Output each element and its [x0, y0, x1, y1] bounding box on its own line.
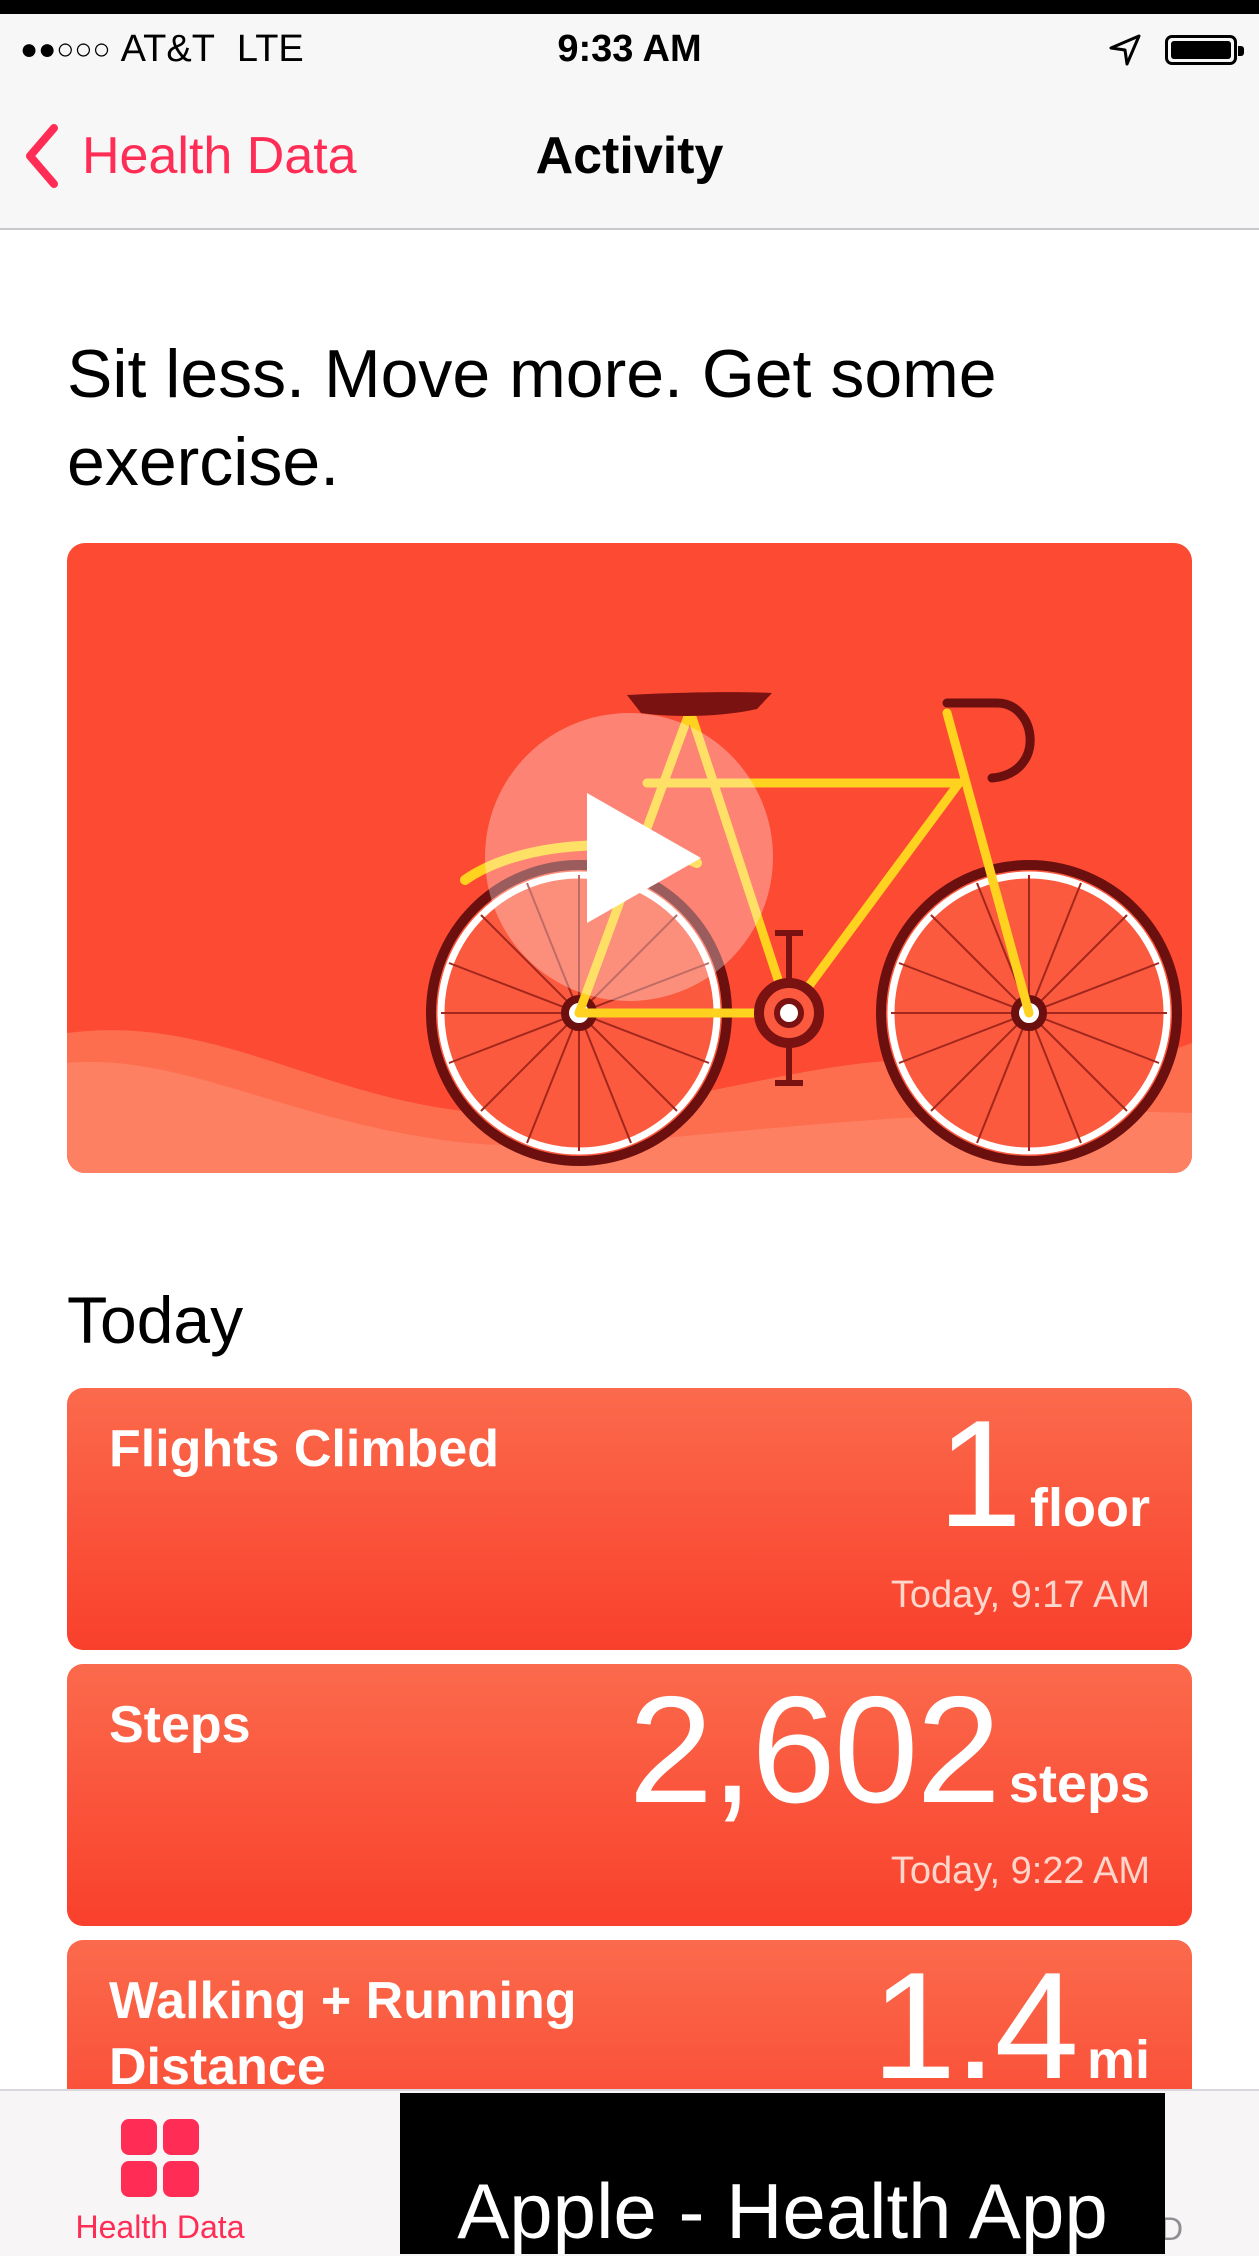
card-timestamp: Today, 9:22 AM	[890, 1850, 1150, 1892]
card-flights-climbed[interactable]: Flights Climbed 1 floor Today, 9:17 AM	[67, 1388, 1192, 1650]
card-timestamp: Today, 9:17 AM	[890, 1574, 1150, 1616]
card-value: 1 floor	[937, 1394, 1150, 1554]
battery-icon	[1165, 35, 1244, 65]
activity-headline: Sit less. Move more. Get some exercise.	[67, 336, 997, 500]
status-time: 9:33 AM	[557, 28, 702, 70]
card-value-unit: mi	[1086, 2030, 1150, 2090]
status-bar: ●●○○○ AT&T LTE 9:33 AM	[0, 14, 1259, 84]
video-caption-overlay: Apple - Health App	[400, 2093, 1165, 2254]
navigation-bar: Health Data Activity	[0, 84, 1259, 230]
card-value-number: 2,602	[628, 1665, 1001, 1835]
tab-health-data[interactable]: Health Data	[40, 2119, 280, 2246]
card-value-unit: steps	[1008, 1754, 1150, 1814]
card-value-unit: floor	[1030, 1478, 1150, 1538]
card-value: 2,602 steps	[629, 1670, 1150, 1830]
bicycle-illustration	[67, 692, 1192, 1173]
card-value: 1.4 mi	[872, 1946, 1150, 2106]
card-label: Flights Climbed	[109, 1420, 499, 1478]
page-title: Activity	[535, 127, 724, 185]
card-label: Steps	[109, 1696, 251, 1754]
card-steps[interactable]: Steps 2,602 steps Today, 9:22 AM	[67, 1664, 1192, 1926]
health-data-grid-icon	[121, 2119, 199, 2197]
card-value-number: 1.4	[871, 1941, 1079, 2111]
card-label: Walking + Running Distance	[109, 1972, 577, 2096]
tab-health-data-label: Health Data	[75, 2209, 245, 2245]
status-right	[1107, 32, 1244, 68]
play-icon[interactable]	[485, 713, 773, 1001]
card-value-number: 1	[937, 1389, 1022, 1559]
section-title-today: Today	[67, 1283, 244, 1357]
top-black-strip	[0, 0, 1259, 14]
activity-video[interactable]	[67, 543, 1192, 1173]
location-arrow-icon	[1109, 34, 1141, 66]
